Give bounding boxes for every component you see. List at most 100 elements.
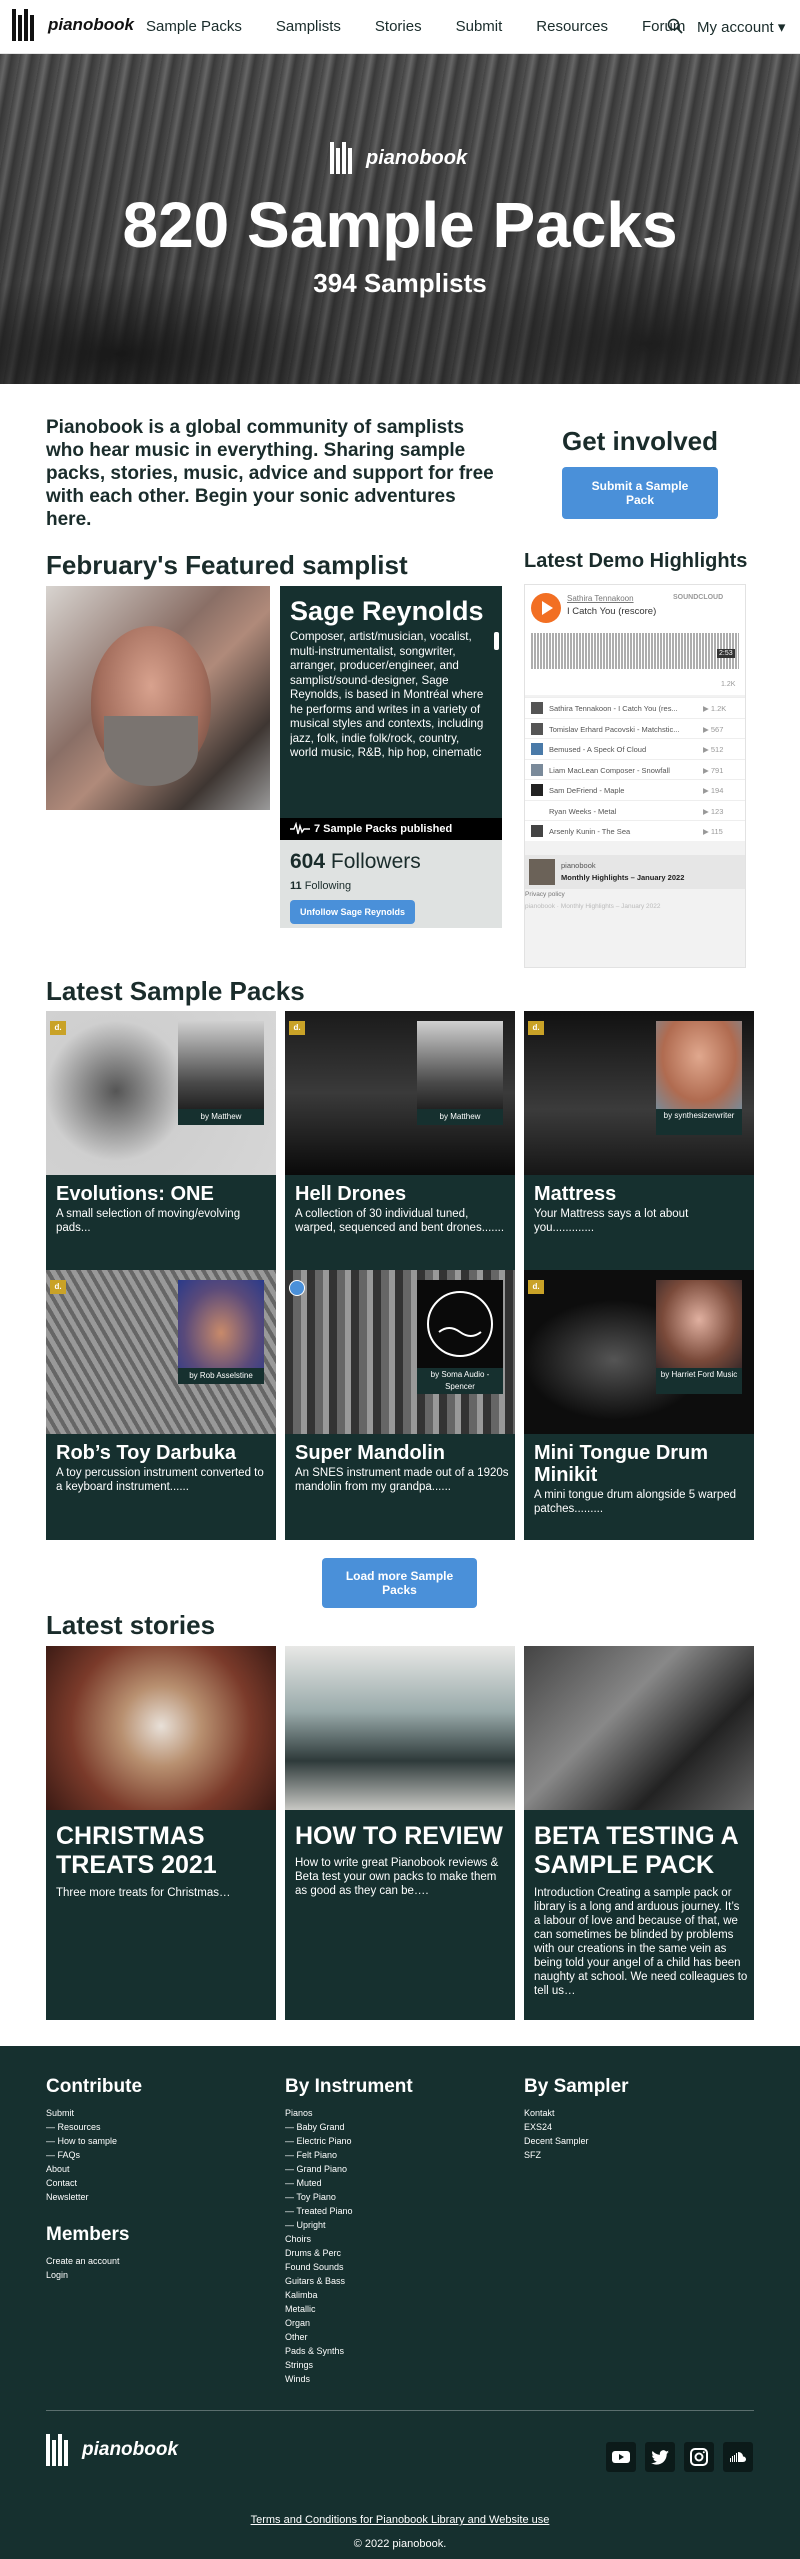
featured-name[interactable]: Sage Reynolds: [290, 596, 484, 627]
footer-link[interactable]: Kalimba: [285, 2288, 413, 2302]
footer-link[interactable]: — How to sample: [46, 2134, 142, 2148]
footer-link[interactable]: EXS24: [524, 2120, 629, 2134]
unfollow-button[interactable]: Unfollow Sage Reynolds: [290, 900, 416, 924]
footer-link[interactable]: Strings: [285, 2358, 413, 2372]
story-card[interactable]: HOW TO REVIEW How to write great Pianobo…: [285, 1646, 515, 2020]
samplist-avatar[interactable]: [656, 1280, 742, 1368]
story-card[interactable]: BETA TESTING A SAMPLE PACK Introduction …: [524, 1646, 754, 2020]
top-navigation: pianobook Sample Packs Samplists Stories…: [0, 0, 800, 54]
nav-link-stories[interactable]: Stories: [375, 18, 422, 35]
samplist-avatar[interactable]: [417, 1021, 503, 1109]
pack-by[interactable]: by Harriet Ford Music: [656, 1368, 742, 1394]
track-thumb: [531, 825, 543, 837]
nav-link-samplists[interactable]: Samplists: [276, 18, 341, 35]
footer-link[interactable]: — Toy Piano: [285, 2190, 413, 2204]
nav-link-submit[interactable]: Submit: [456, 18, 503, 35]
footer-logo[interactable]: pianobook: [46, 2434, 178, 2466]
footer-link[interactable]: Pads & Synths: [285, 2344, 413, 2358]
samplist-avatar[interactable]: [656, 1021, 742, 1109]
pack-by[interactable]: by Rob Asselstine: [178, 1368, 264, 1384]
footer-link[interactable]: Contact: [46, 2176, 142, 2190]
pack-description: An SNES instrument made out of a 1920s m…: [295, 1467, 509, 1493]
nav-link-sample-packs[interactable]: Sample Packs: [146, 18, 242, 35]
packs-published-text: 7 Sample Packs published: [314, 823, 453, 835]
track-list-item[interactable]: Liam MacLean Composer - Snowfall ▶ 791: [525, 758, 745, 779]
samplist-avatar[interactable]: [178, 1280, 264, 1368]
footer-link[interactable]: SFZ: [524, 2148, 629, 2162]
packs-published-bar[interactable]: 7 Sample Packs published: [280, 818, 502, 840]
track-list-item[interactable]: Sathira Tennakoon - I Catch You (res... ▶…: [525, 697, 745, 718]
pack-by[interactable]: by Matthew: [178, 1109, 264, 1125]
featured-samplist-photo[interactable]: [46, 586, 270, 810]
track-list-item[interactable]: Arsenly Kunin - The Sea ▶ 115: [525, 820, 745, 841]
samplist-avatar[interactable]: [417, 1280, 503, 1368]
pack-description: Your Mattress says a lot about you......…: [534, 1208, 689, 1234]
footer-link[interactable]: Decent Sampler: [524, 2134, 629, 2148]
terms-link[interactable]: Terms and Conditions for Pianobook Libra…: [0, 2514, 800, 2526]
youtube-icon[interactable]: [606, 2442, 636, 2472]
sample-pack-card[interactable]: d. by Rob Asselstine Rob’s Toy Darbuka A…: [46, 1270, 276, 1540]
footer-link[interactable]: Choirs: [285, 2232, 413, 2246]
pack-by[interactable]: by Matthew: [417, 1109, 503, 1125]
footer-link[interactable]: Login: [46, 2268, 129, 2282]
footer-link[interactable]: Metallic: [285, 2302, 413, 2316]
footer-link[interactable]: — Upright: [285, 2218, 413, 2232]
footer-link[interactable]: — Electric Piano: [285, 2134, 413, 2148]
play-icon[interactable]: [531, 593, 561, 623]
footer-link[interactable]: Found Sounds: [285, 2260, 413, 2274]
footer-link[interactable]: — Grand Piano: [285, 2162, 413, 2176]
footer-members-title: Members: [46, 2224, 130, 2245]
footer-link[interactable]: Guitars & Bass: [285, 2274, 413, 2288]
sample-pack-card[interactable]: d. by Harriet Ford Music Mini Tongue Dru…: [524, 1270, 754, 1540]
samplist-avatar[interactable]: [178, 1021, 264, 1109]
instagram-icon[interactable]: [684, 2442, 714, 2472]
submit-sample-pack-button[interactable]: Submit a Sample Pack: [562, 467, 718, 519]
footer-link[interactable]: Pianos: [285, 2106, 413, 2120]
load-more-packs-button[interactable]: Load more Sample Packs: [322, 1558, 477, 1608]
playlist-footer[interactable]: pianobook Monthly Highlights – January 2…: [525, 855, 745, 889]
track-list-item[interactable]: Sam DeFriend - Maple ▶ 194: [525, 779, 745, 800]
track-user[interactable]: Sathira Tennakoon: [567, 594, 634, 603]
waveform[interactable]: [531, 633, 739, 669]
track-list-item[interactable]: Ryan Weeks - Metal ▶ 123: [525, 799, 745, 820]
footer-link[interactable]: Organ: [285, 2316, 413, 2330]
footer-link[interactable]: — Muted: [285, 2176, 413, 2190]
footer-link[interactable]: — Treated Piano: [285, 2204, 413, 2218]
soundcloud-icon[interactable]: [723, 2442, 753, 2472]
site-logo[interactable]: pianobook: [12, 9, 134, 41]
story-card[interactable]: CHRISTMAS TREATS 2021 Three more treats …: [46, 1646, 276, 2020]
nav-link-resources[interactable]: Resources: [536, 18, 608, 35]
bio-scrollbar[interactable]: [494, 632, 499, 650]
footer-link[interactable]: Drums & Perc: [285, 2246, 413, 2260]
sample-pack-card[interactable]: by Soma Audio - Spencer Super Mandolin A…: [285, 1270, 515, 1540]
footer-link[interactable]: About: [46, 2162, 142, 2176]
sample-pack-card[interactable]: d. by Matthew Evolutions: ONE A small se…: [46, 1011, 276, 1281]
privacy-policy-link[interactable]: Privacy policy: [525, 891, 565, 898]
footer-link[interactable]: — FAQs: [46, 2148, 142, 2162]
piano-keys-icon: [12, 9, 42, 41]
footer-link[interactable]: Newsletter: [46, 2190, 142, 2204]
footer-link[interactable]: Create an account: [46, 2254, 129, 2268]
footer-link[interactable]: Winds: [285, 2372, 413, 2386]
pack-by[interactable]: by synthesizerwriter: [656, 1109, 742, 1135]
track-thumb: [531, 784, 543, 796]
footer-link[interactable]: — Felt Piano: [285, 2148, 413, 2162]
search-icon[interactable]: [667, 18, 683, 34]
footer-link[interactable]: Kontakt: [524, 2106, 629, 2120]
hero-banner: pianobook 820 Sample Packs 394 Samplists: [0, 54, 800, 384]
track-list-item[interactable]: Tomislav Erhard Pacovski - Matchstic... ▶…: [525, 717, 745, 738]
my-account-menu[interactable]: My account ▾: [697, 18, 785, 36]
footer-link[interactable]: — Resources: [46, 2120, 142, 2134]
sample-pack-card[interactable]: d. by Matthew Hell Drones A collection o…: [285, 1011, 515, 1281]
footer-logo-text: pianobook: [82, 2439, 179, 2460]
footer-link[interactable]: Other: [285, 2330, 413, 2344]
featured-samplist-card: Sage Reynolds Composer, artist/musician,…: [280, 586, 502, 928]
footer-link[interactable]: Submit: [46, 2106, 142, 2120]
footer-link[interactable]: — Baby Grand: [285, 2120, 413, 2134]
pack-description: A toy percussion instrument converted to…: [56, 1467, 264, 1493]
soundcloud-logo[interactable]: SOUNDCLOUD: [673, 594, 723, 601]
twitter-icon[interactable]: [645, 2442, 675, 2472]
pack-by[interactable]: by Soma Audio - Spencer: [417, 1368, 503, 1394]
sample-pack-card[interactable]: d. by synthesizerwriter Mattress Your Ma…: [524, 1011, 754, 1281]
track-list-item[interactable]: Bemused - A Speck Of Cloud ▶ 512: [525, 738, 745, 759]
